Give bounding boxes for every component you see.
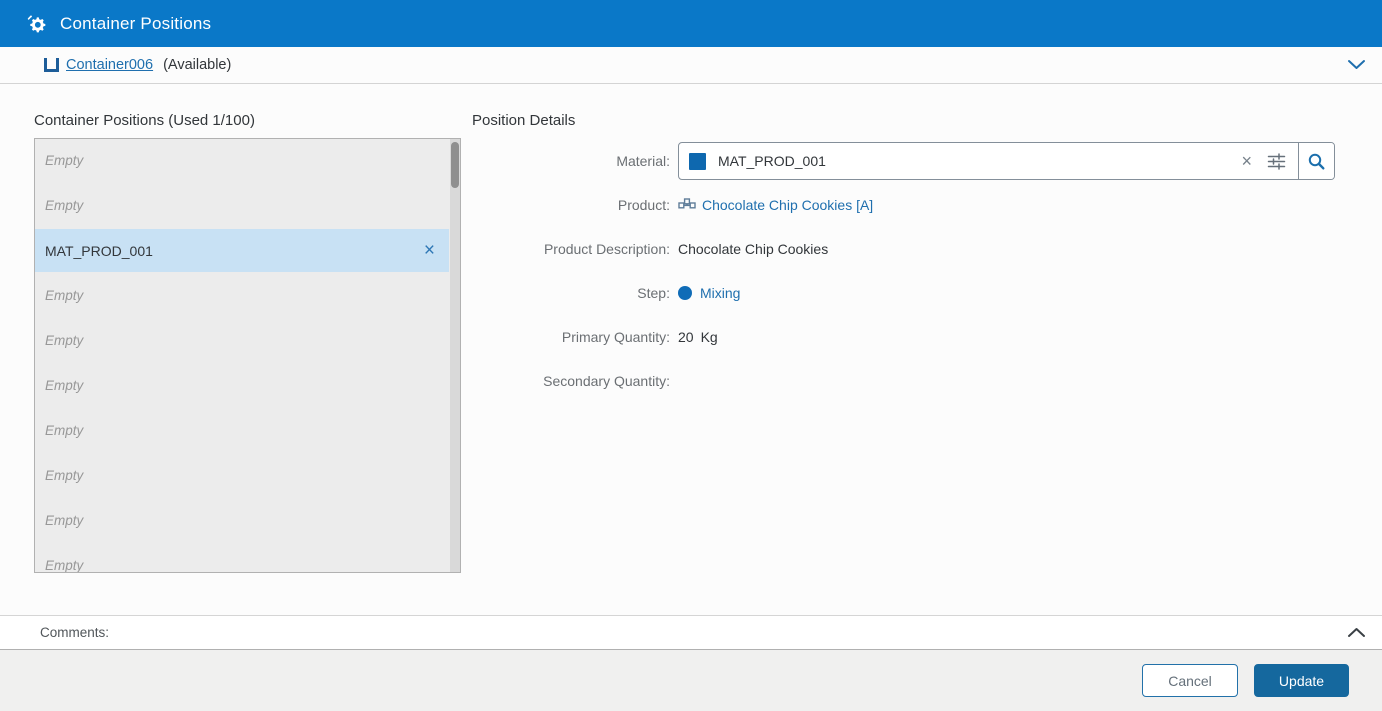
position-slot-selected[interactable]: MAT_PROD_001 × [35, 229, 449, 272]
product-bom-icon [678, 197, 696, 213]
page-title: Container Positions [60, 13, 212, 33]
product-field-row: Product: Chocolate Chip Cookies [A] [472, 183, 1352, 227]
slot-label: Empty [45, 378, 84, 393]
operations-gear-icon [26, 13, 47, 34]
material-value-help-input: MAT_PROD_001 × [678, 142, 1335, 180]
slot-label: Empty [45, 468, 84, 483]
product-link[interactable]: Chocolate Chip Cookies [A] [702, 197, 873, 213]
primary-quantity-uom: Kg [700, 329, 718, 345]
action-footer: Cancel Update [0, 650, 1382, 711]
container-positions-window: Container Positions Container006 (Availa… [0, 0, 1382, 711]
step-link[interactable]: Mixing [700, 285, 740, 301]
step-label: Step: [637, 285, 670, 301]
position-slot[interactable]: Empty [35, 139, 449, 182]
slot-label: Empty [45, 198, 84, 213]
secondary-quantity-label: Secondary Quantity: [543, 373, 670, 389]
primary-quantity-field-row: Primary Quantity: 20 Kg [472, 315, 1352, 359]
position-slot[interactable]: Empty [35, 364, 449, 407]
search-icon [1307, 152, 1326, 171]
list-scrollbar[interactable] [450, 139, 460, 572]
material-input-area[interactable]: MAT_PROD_001 × [679, 143, 1298, 179]
comments-section[interactable]: Comments: [0, 615, 1382, 650]
position-slot[interactable]: Empty [35, 274, 449, 317]
primary-quantity-value: 20 [678, 329, 694, 345]
position-slot[interactable]: Empty [35, 319, 449, 362]
container-icon [44, 58, 59, 72]
cancel-button[interactable]: Cancel [1142, 664, 1238, 697]
primary-quantity-label: Primary Quantity: [561, 329, 670, 345]
step-status-icon [678, 286, 692, 300]
material-field-row: Material: MAT_PROD_001 × [472, 139, 1352, 183]
position-slot[interactable]: Empty [35, 409, 449, 452]
container-header: Container006 (Available) [0, 47, 1382, 84]
value-help-settings-icon[interactable] [1267, 152, 1286, 170]
title-bar: Container Positions [0, 0, 1382, 47]
material-input[interactable]: MAT_PROD_001 [718, 153, 1241, 169]
slot-label: Empty [45, 288, 84, 303]
slot-label: Empty [45, 513, 84, 528]
update-button[interactable]: Update [1254, 664, 1349, 697]
material-search-button[interactable] [1298, 143, 1334, 179]
slot-label: Empty [45, 423, 84, 438]
position-slot[interactable]: Empty [35, 544, 449, 573]
product-description-value: Chocolate Chip Cookies [678, 241, 829, 257]
chevron-up-icon[interactable] [1347, 627, 1366, 638]
product-description-field-row: Product Description: Chocolate Chip Cook… [472, 227, 1352, 271]
position-details-form: Material: MAT_PROD_001 × Product: Chocol… [472, 139, 1352, 403]
remove-material-icon[interactable]: × [424, 241, 435, 260]
positions-heading: Container Positions (Used 1/100) [34, 112, 255, 129]
slot-label: Empty [45, 558, 84, 573]
material-label: Material: [616, 153, 670, 169]
details-heading: Position Details [472, 112, 576, 129]
scrollbar-thumb[interactable] [451, 142, 459, 188]
container-status: (Available) [163, 57, 232, 73]
product-description-label: Product Description: [543, 241, 670, 257]
chevron-down-icon[interactable] [1347, 59, 1366, 70]
position-slot[interactable]: Empty [35, 499, 449, 542]
slot-label: Empty [45, 153, 84, 168]
comments-label: Comments: [40, 625, 110, 640]
slot-label: MAT_PROD_001 [45, 242, 153, 259]
clear-material-icon[interactable]: × [1241, 152, 1252, 170]
container-link[interactable]: Container006 [66, 57, 153, 73]
product-label: Product: [617, 197, 670, 213]
step-field-row: Step: Mixing [472, 271, 1352, 315]
main-content: Container Positions (Used 1/100) Empty E… [0, 84, 1382, 615]
material-icon [689, 152, 706, 170]
position-slot[interactable]: Empty [35, 454, 449, 497]
secondary-quantity-field-row: Secondary Quantity: [472, 359, 1352, 403]
slot-label: Empty [45, 333, 84, 348]
positions-list: Empty Empty MAT_PROD_001 × Empty Empty E… [34, 138, 461, 573]
positions-rows: Empty Empty MAT_PROD_001 × Empty Empty E… [35, 139, 449, 573]
position-slot[interactable]: Empty [35, 184, 449, 227]
